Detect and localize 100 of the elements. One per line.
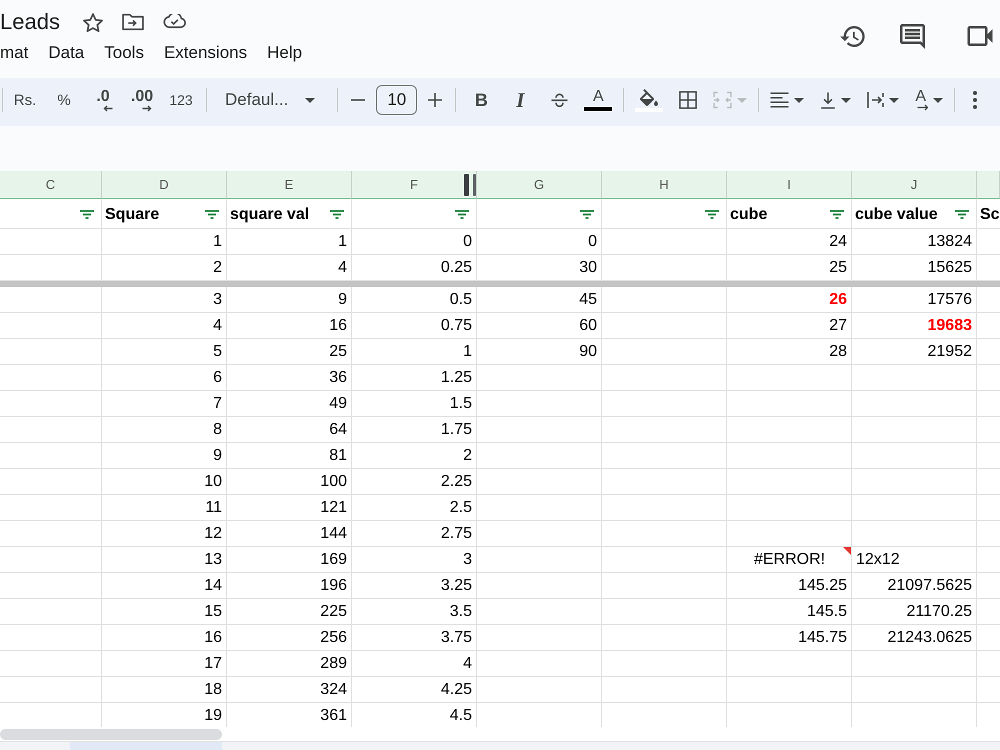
table-cell-text: 3	[462, 550, 473, 570]
table-cell-text: 2	[462, 446, 473, 466]
filter-icon[interactable]	[580, 210, 594, 219]
filter-icon[interactable]	[455, 210, 469, 219]
table-cell-text: 1.75	[440, 420, 473, 440]
table-cell-text: 4	[212, 316, 223, 336]
filter-icon[interactable]	[205, 210, 219, 219]
caret-icon	[737, 98, 748, 102]
table-cell-text: 19	[203, 706, 223, 726]
table-cell-text: 3.5	[448, 602, 473, 622]
menu-item[interactable]: mat	[0, 43, 28, 63]
table-cell-text: 16	[328, 316, 348, 336]
more-vertical-icon	[973, 91, 978, 109]
table-cell-text: 289	[319, 654, 348, 674]
table-cell-text: 1	[337, 232, 348, 252]
document-title[interactable]: Leads	[0, 9, 60, 35]
table-cell-text: 3	[212, 290, 223, 310]
table-cell-text: 9	[212, 446, 223, 466]
table-cell-text: 21243.0625	[886, 628, 973, 648]
table-cell-text: 17576	[926, 290, 973, 310]
column-header[interactable]: J	[852, 171, 977, 199]
header-cell: square val	[230, 206, 310, 224]
bold-button[interactable]: B	[463, 84, 500, 116]
column-header[interactable]: I	[727, 171, 852, 199]
table-cell-text: 81	[328, 446, 348, 466]
filter-icon[interactable]	[705, 210, 719, 219]
text-wrap-icon	[867, 92, 884, 108]
table-cell-text: 1.5	[448, 394, 473, 414]
video-camera-icon[interactable]	[967, 26, 993, 46]
italic-button[interactable]: I	[502, 84, 538, 116]
increase-decimal-button[interactable]: .00	[124, 84, 160, 116]
table-cell-text: 324	[319, 680, 348, 700]
table-cell-text: 28	[828, 342, 848, 362]
table-cell-text: 49	[328, 394, 348, 414]
table-cell-text: 90	[578, 342, 598, 362]
cloud-check-icon[interactable]	[162, 14, 186, 30]
table-cell-text: 16	[203, 628, 223, 648]
table-cell-text: 17	[203, 654, 223, 674]
font-size-field[interactable]: 10	[376, 85, 418, 115]
table-cell-text: 361	[319, 706, 348, 726]
header-cell: cube value	[855, 206, 938, 224]
table-cell-text: 5	[212, 342, 223, 362]
table-cell-text: 3.75	[440, 628, 473, 648]
menu-item[interactable]: Tools	[104, 43, 144, 63]
table-cell-text: 12x12	[855, 550, 901, 570]
menu-item[interactable]: Data	[48, 43, 84, 63]
table-cell-text: 25	[828, 258, 848, 278]
table-cell-text: 4	[462, 654, 473, 674]
table-cell-text: 25	[328, 342, 348, 362]
filter-icon[interactable]	[955, 210, 969, 219]
percent-format-button[interactable]: %	[46, 84, 82, 116]
table-cell-text: 4	[337, 258, 348, 278]
decrease-decimal-button[interactable]: .0	[85, 84, 121, 116]
menu-item[interactable]: Extensions	[164, 43, 248, 63]
table-cell-text: 21170.25	[905, 602, 973, 622]
table-cell-text: 145.75	[797, 628, 848, 648]
table-cell-text: 64	[328, 420, 348, 440]
column-header[interactable]: H	[602, 171, 727, 199]
number-format-button[interactable]: 123	[163, 84, 199, 116]
table-cell-text: 144	[319, 524, 348, 544]
comment-icon[interactable]	[900, 24, 925, 48]
filter-icon[interactable]	[80, 210, 94, 219]
header-cell: Square	[105, 206, 160, 224]
minus-icon	[351, 99, 366, 101]
table-cell-text: 10	[203, 472, 223, 492]
table-cell-text: 0.25	[440, 258, 473, 278]
horizontal-scrollbar[interactable]	[0, 727, 1000, 742]
column-resize-handle[interactable]	[464, 174, 476, 196]
column-header[interactable]: E	[227, 171, 352, 199]
column-header[interactable]: D	[102, 171, 227, 199]
text-color-button[interactable]: A	[580, 84, 616, 116]
folder-arrow-icon[interactable]	[122, 13, 144, 31]
table-cell-text: 12	[203, 524, 223, 544]
table-cell-text: 100	[319, 472, 348, 492]
table-cell-text: 45	[578, 290, 598, 310]
currency-format-button[interactable]: Rs.	[7, 84, 43, 116]
table-cell-text: 0.5	[448, 290, 473, 310]
filter-icon[interactable]	[830, 210, 844, 219]
text-rotation-button[interactable]: A	[911, 84, 948, 116]
plus-icon	[428, 93, 442, 107]
column-header[interactable]: C	[0, 171, 102, 199]
table-cell-text: 2.75	[440, 524, 473, 544]
table-cell-text: 19683	[926, 316, 973, 336]
filter-icon[interactable]	[330, 210, 344, 219]
column-header[interactable]: G	[477, 171, 602, 199]
star-icon[interactable]	[82, 12, 103, 32]
caret-icon	[933, 98, 944, 102]
table-cell-text: 121	[319, 498, 348, 518]
table-cell-text: 15625	[926, 258, 973, 278]
menu-item[interactable]: Help	[267, 43, 302, 63]
scrollbar-thumb[interactable]	[0, 728, 222, 740]
table-cell-text: 14	[203, 576, 223, 596]
history-icon[interactable]	[840, 26, 866, 46]
table-cell-text: 145.5	[806, 602, 848, 622]
table-cell-text: 26	[828, 290, 848, 310]
align-bottom-icon	[820, 92, 836, 108]
column-header[interactable]: F	[352, 171, 477, 199]
table-cell-text: 1.25	[440, 368, 473, 388]
font-dropdown[interactable]: Defaul...	[214, 84, 330, 116]
table-cell-text: 256	[319, 628, 348, 648]
